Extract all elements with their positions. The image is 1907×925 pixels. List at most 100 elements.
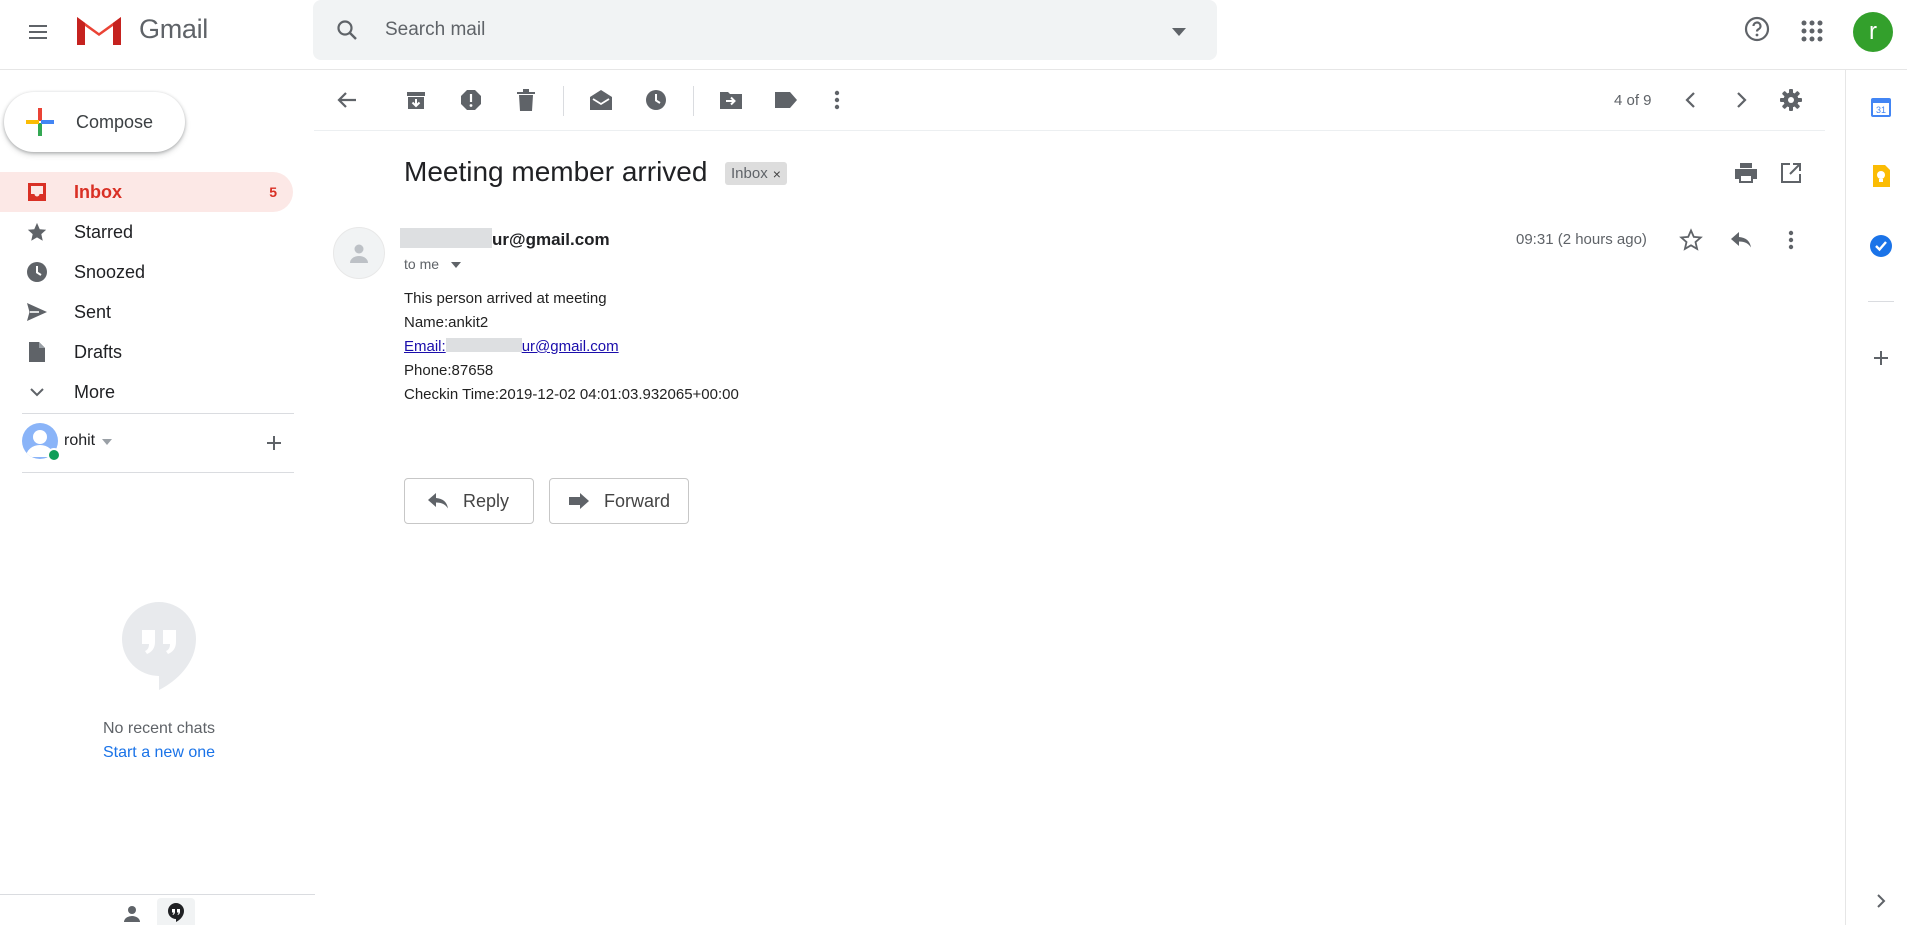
hangouts-user-name[interactable]: rohit: [64, 432, 95, 450]
nav-drafts[interactable]: Drafts: [0, 332, 293, 372]
sidebar-divider: [22, 413, 294, 414]
delete-button[interactable]: [514, 88, 538, 112]
search-input[interactable]: Search mail: [385, 19, 485, 41]
clock-icon: [646, 90, 666, 110]
account-avatar[interactable]: r: [1853, 12, 1893, 52]
hangouts-empty-illustration: [120, 600, 198, 692]
main-menu-button[interactable]: [20, 14, 56, 50]
star-icon: [27, 222, 47, 241]
compose-button[interactable]: Compose: [4, 92, 185, 152]
search-icon: [337, 20, 357, 40]
older-button[interactable]: [1729, 88, 1753, 112]
hangouts-status-dropdown[interactable]: [102, 439, 112, 445]
chevron-left-icon: [1685, 92, 1695, 108]
inbox-icon: [28, 183, 46, 201]
hangouts-divider: [22, 472, 294, 473]
nav-more[interactable]: More: [0, 372, 293, 412]
body-email-link[interactable]: Email: ur@gmail.com: [404, 338, 619, 355]
nav-snoozed[interactable]: Snoozed: [0, 252, 293, 292]
caret-down-icon: [1172, 28, 1186, 36]
print-all-button[interactable]: [1733, 160, 1759, 186]
toolbar-separator: [563, 86, 564, 116]
archive-icon: [407, 92, 425, 109]
toolbar-separator: [693, 86, 694, 116]
nav-starred[interactable]: Starred: [0, 212, 293, 252]
more-vert-icon: [834, 90, 840, 110]
body-email-prefix: Email:: [404, 338, 446, 355]
apps-button[interactable]: [1797, 16, 1827, 46]
message-more-button[interactable]: [1778, 227, 1804, 253]
body-line-checkin: Checkin Time:2019-12-02 04:01:03.932065+…: [404, 386, 739, 403]
reply-button[interactable]: Reply: [404, 478, 534, 524]
newer-button[interactable]: [1679, 88, 1703, 112]
body-line-1: This person arrived at meeting: [404, 290, 607, 307]
recipient-details-toggle[interactable]: [451, 262, 461, 268]
calendar-addon[interactable]: 31: [1868, 94, 1894, 120]
recipient-line: to me: [404, 256, 440, 272]
nav-sent[interactable]: Sent: [0, 292, 293, 332]
search-button[interactable]: [334, 17, 360, 43]
gear-icon: [1780, 89, 1802, 111]
quote-bubble-icon: [122, 602, 196, 690]
nav-starred-label: Starred: [74, 221, 134, 242]
more-actions-button[interactable]: [825, 88, 849, 112]
redacted-sender-name: [400, 228, 492, 248]
online-status-dot: [47, 448, 61, 462]
report-spam-button[interactable]: [459, 88, 483, 112]
labels-button[interactable]: [774, 88, 798, 112]
reply-icon: [1731, 232, 1751, 248]
open-new-window-button[interactable]: [1778, 160, 1804, 186]
expand-side-panel-button[interactable]: [1868, 888, 1894, 914]
support-button[interactable]: [1742, 14, 1772, 44]
plus-icon: [267, 436, 281, 450]
settings-button[interactable]: [1779, 88, 1803, 112]
keep-addon[interactable]: [1868, 163, 1894, 189]
clock-icon: [27, 262, 47, 282]
star-button[interactable]: [1678, 227, 1704, 253]
forward-button[interactable]: Forward: [549, 478, 689, 524]
caret-down-icon: [102, 439, 112, 445]
body-line-phone: Phone:87658: [404, 362, 494, 379]
person-icon: [124, 905, 140, 922]
apps-grid-icon: [1801, 20, 1823, 42]
snooze-button[interactable]: [644, 88, 668, 112]
nav-more-label: More: [74, 381, 116, 402]
arrow-left-icon: [337, 92, 356, 108]
sender-avatar[interactable]: [333, 227, 385, 279]
hangouts-icon: [168, 902, 184, 922]
hangouts-tab[interactable]: [157, 898, 195, 925]
sender-email: ur@gmail.com: [492, 230, 610, 249]
mark-unread-button[interactable]: [589, 88, 613, 112]
search-options-button[interactable]: [1166, 19, 1192, 45]
tasks-check-icon: [1870, 235, 1892, 257]
move-to-button[interactable]: [719, 88, 743, 112]
reply-icon: [428, 493, 448, 509]
label-icon: [775, 92, 797, 108]
side-panel-border: [1845, 70, 1846, 925]
inbox-label-text: Inbox: [731, 165, 768, 182]
open-in-new-icon: [1781, 163, 1801, 183]
new-chat-button[interactable]: [262, 431, 286, 455]
side-panel-divider: [1868, 301, 1894, 302]
back-button[interactable]: [335, 88, 359, 112]
reply-button-label: Reply: [463, 490, 510, 511]
email-timestamp: 09:31 (2 hours ago): [1516, 231, 1647, 248]
more-vert-icon: [1788, 230, 1794, 250]
forward-arrow-icon: [569, 493, 589, 509]
send-icon: [27, 303, 47, 321]
chevron-right-icon: [1877, 894, 1886, 908]
plus-icon: [1874, 351, 1888, 365]
get-addons-button[interactable]: [1868, 345, 1894, 371]
start-new-chat-link[interactable]: Start a new one: [0, 744, 318, 762]
inbox-unread-count: 5: [269, 184, 277, 200]
contacts-tab[interactable]: [118, 900, 146, 925]
reply-button-header[interactable]: [1728, 227, 1754, 253]
nav-inbox[interactable]: Inbox 5: [0, 172, 293, 212]
remove-label-icon[interactable]: ×: [773, 166, 781, 182]
gmail-logo[interactable]: [75, 14, 123, 48]
help-icon: [1744, 16, 1770, 42]
calendar-icon: 31: [1871, 98, 1891, 117]
star-outline-icon: [1679, 228, 1703, 251]
tasks-addon[interactable]: [1868, 233, 1894, 259]
archive-button[interactable]: [404, 88, 428, 112]
